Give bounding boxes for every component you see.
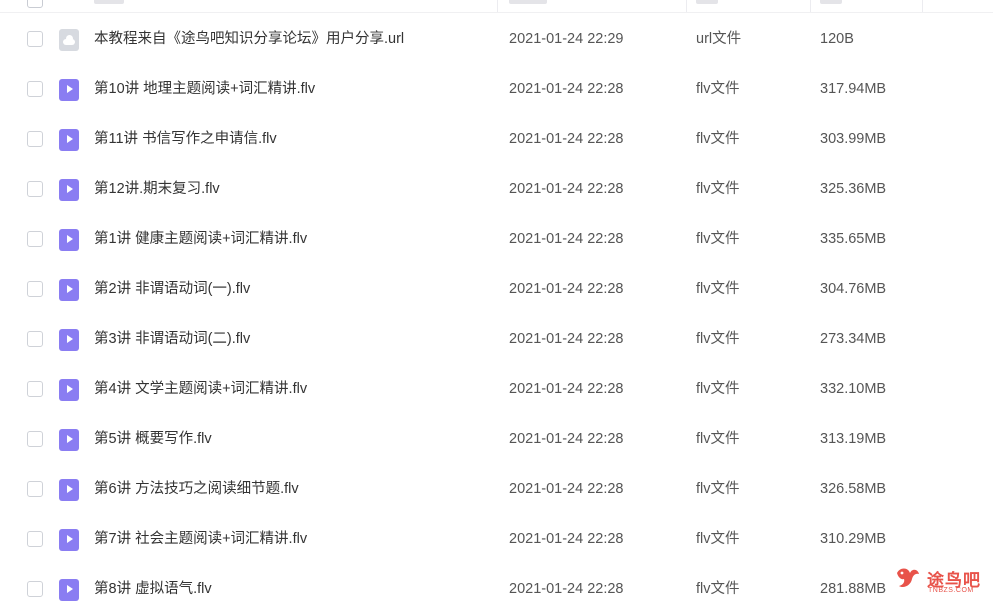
file-date: 2021-01-24 22:28 [509, 531, 624, 547]
watermark-subtext: TNBZS.COM [928, 587, 974, 594]
file-row[interactable]: 第4讲 文学主题阅读+词汇精讲.flv 2021-01-24 22:28 flv文件… [0, 364, 993, 414]
file-name[interactable]: 第6讲 方法技巧之阅读细节题.flv [94, 464, 494, 514]
video-file-icon [59, 529, 79, 551]
video-file-icon [59, 179, 79, 201]
column-divider[interactable] [497, 0, 498, 12]
row-checkbox[interactable] [27, 381, 43, 397]
video-file-icon [59, 579, 79, 601]
column-divider[interactable] [922, 0, 923, 12]
video-file-icon [59, 129, 79, 151]
file-name[interactable]: 第11讲 书信写作之申请信.flv [94, 114, 494, 164]
file-size: 317.94MB [820, 81, 887, 97]
file-date: 2021-01-24 22:28 [509, 331, 624, 347]
file-size: 325.36MB [820, 181, 887, 197]
video-file-icon [59, 329, 79, 351]
video-file-icon [59, 429, 79, 451]
video-file-icon [59, 229, 79, 251]
row-checkbox[interactable] [27, 131, 43, 147]
row-checkbox[interactable] [27, 331, 43, 347]
file-row[interactable]: 第8讲 虚拟语气.flv 2021-01-24 22:28 flv文件 281.88M… [0, 564, 993, 601]
file-type: flv文件 [696, 481, 740, 497]
file-row[interactable]: 第6讲 方法技巧之阅读细节题.flv 2021-01-24 22:28 flv文件 3… [0, 464, 993, 514]
file-type: url文件 [696, 31, 742, 47]
watermark: 途鸟吧 TNBZS.COM [892, 561, 993, 601]
file-row[interactable]: 第11讲 书信写作之申请信.flv 2021-01-24 22:28 flv文件 30… [0, 114, 993, 164]
file-list: 本教程来自《途鸟吧知识分享论坛》用户分享.url 2021-01-24 22:29… [0, 0, 993, 601]
video-file-icon [59, 479, 79, 501]
file-name[interactable]: 第1讲 健康主题阅读+词汇精讲.flv [94, 214, 494, 264]
file-size: 281.88MB [820, 581, 887, 597]
file-type: flv文件 [696, 531, 740, 547]
file-size: 335.65MB [820, 231, 887, 247]
video-file-icon [59, 379, 79, 401]
file-type: flv文件 [696, 581, 740, 597]
header-date-column[interactable] [509, 0, 547, 4]
file-date: 2021-01-24 22:28 [509, 481, 624, 497]
column-divider[interactable] [686, 0, 687, 12]
file-row[interactable]: 第10讲 地理主题阅读+词汇精讲.flv 2021-01-24 22:28 flv文… [0, 64, 993, 114]
file-name[interactable]: 第3讲 非谓语动词(二).flv [94, 314, 494, 364]
row-checkbox[interactable] [27, 281, 43, 297]
file-type: flv文件 [696, 231, 740, 247]
file-date: 2021-01-24 22:28 [509, 181, 624, 197]
file-row[interactable]: 第2讲 非谓语动词(一).flv 2021-01-24 22:28 flv文件 304… [0, 264, 993, 314]
file-date: 2021-01-24 22:28 [509, 81, 624, 97]
file-size: 303.99MB [820, 131, 887, 147]
file-row[interactable]: 第5讲 概要写作.flv 2021-01-24 22:28 flv文件 313.19M… [0, 414, 993, 464]
bird-logo-icon [897, 568, 919, 588]
file-name[interactable]: 第2讲 非谓语动词(一).flv [94, 264, 494, 314]
file-type: flv文件 [696, 281, 740, 297]
file-type: flv文件 [696, 131, 740, 147]
file-type: flv文件 [696, 81, 740, 97]
video-file-icon [59, 79, 79, 101]
select-all-checkbox[interactable] [27, 0, 43, 8]
file-date: 2021-01-24 22:28 [509, 281, 624, 297]
file-date: 2021-01-24 22:28 [509, 431, 624, 447]
link-file-icon [59, 29, 79, 51]
file-date: 2021-01-24 22:28 [509, 131, 624, 147]
file-size: 313.19MB [820, 431, 887, 447]
column-divider[interactable] [810, 0, 811, 12]
file-name[interactable]: 第7讲 社会主题阅读+词汇精讲.flv [94, 514, 494, 564]
header-name-column[interactable] [94, 0, 124, 4]
row-checkbox[interactable] [27, 31, 43, 47]
file-type: flv文件 [696, 181, 740, 197]
file-row[interactable]: 第3讲 非谓语动词(二).flv 2021-01-24 22:28 flv文件 273… [0, 314, 993, 364]
file-row[interactable]: 第12讲.期末复习.flv 2021-01-24 22:28 flv文件 325.36… [0, 164, 993, 214]
file-date: 2021-01-24 22:28 [509, 381, 624, 397]
file-size: 304.76MB [820, 281, 887, 297]
header-size-column[interactable] [820, 0, 842, 4]
file-size: 326.58MB [820, 481, 887, 497]
file-name[interactable]: 本教程来自《途鸟吧知识分享论坛》用户分享.url [94, 14, 494, 64]
file-type: flv文件 [696, 431, 740, 447]
list-header [0, 0, 993, 13]
file-date: 2021-01-24 22:28 [509, 581, 624, 597]
row-checkbox[interactable] [27, 81, 43, 97]
file-name[interactable]: 第5讲 概要写作.flv [94, 414, 494, 464]
file-row[interactable]: 第7讲 社会主题阅读+词汇精讲.flv 2021-01-24 22:28 flv文件… [0, 514, 993, 564]
file-size: 310.29MB [820, 531, 887, 547]
file-type: flv文件 [696, 381, 740, 397]
file-size: 120B [820, 31, 854, 47]
file-name[interactable]: 第10讲 地理主题阅读+词汇精讲.flv [94, 64, 494, 114]
file-name[interactable]: 第4讲 文学主题阅读+词汇精讲.flv [94, 364, 494, 414]
row-checkbox[interactable] [27, 531, 43, 547]
header-type-column[interactable] [696, 0, 718, 4]
row-checkbox[interactable] [27, 231, 43, 247]
row-checkbox[interactable] [27, 431, 43, 447]
file-row[interactable]: 本教程来自《途鸟吧知识分享论坛》用户分享.url 2021-01-24 22:29… [0, 14, 993, 64]
file-name[interactable]: 第12讲.期末复习.flv [94, 164, 494, 214]
file-name[interactable]: 第8讲 虚拟语气.flv [94, 564, 494, 601]
file-row[interactable]: 第1讲 健康主题阅读+词汇精讲.flv 2021-01-24 22:28 flv文件… [0, 214, 993, 264]
row-checkbox[interactable] [27, 481, 43, 497]
row-checkbox[interactable] [27, 581, 43, 597]
file-date: 2021-01-24 22:29 [509, 31, 624, 47]
file-size: 332.10MB [820, 381, 887, 397]
file-type: flv文件 [696, 331, 740, 347]
file-size: 273.34MB [820, 331, 887, 347]
video-file-icon [59, 279, 79, 301]
row-checkbox[interactable] [27, 181, 43, 197]
file-date: 2021-01-24 22:28 [509, 231, 624, 247]
